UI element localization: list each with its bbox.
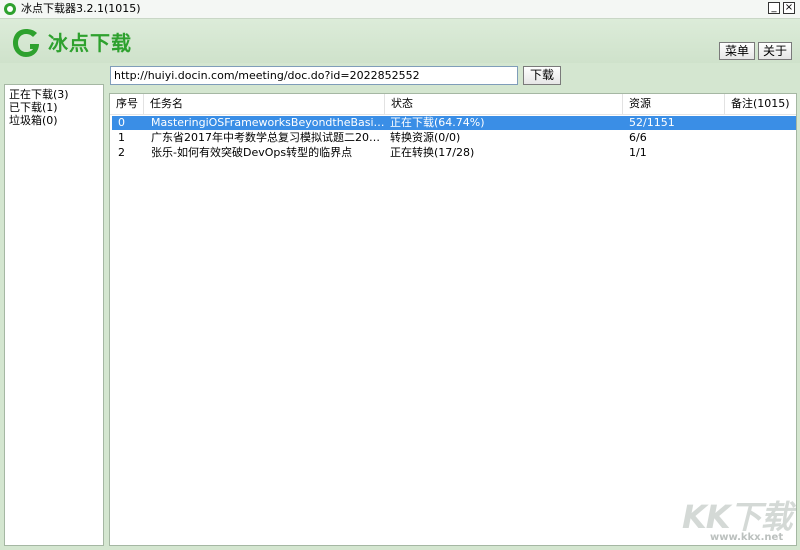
row-task-name: 广东省2017年中考数学总复习模拟试题二201707... [151,131,385,144]
row-status: 正在下载(64.74%) [390,116,485,129]
task-table: 序号 任务名 状态 资源 备注(1015) 0 MasteringiOSFram… [109,93,797,546]
row-note [731,131,795,145]
table-row[interactable]: 2 张乐-如何有效突破DevOps转型的临界点 正在转换(17/28) 1/1 [112,146,796,160]
row-task-name: MasteringiOSFrameworksBeyondtheBasics,2n… [151,116,385,129]
minimize-button[interactable]: _ [768,2,780,14]
row-index: 1 [118,131,125,144]
row-note [731,146,795,160]
column-header-note[interactable]: 备注(1015) [725,94,796,114]
row-status: 转换资源(0/0) [390,131,461,144]
sidebar-item-downloaded[interactable]: 已下载(1) [5,101,103,114]
row-resource: 6/6 [629,131,647,144]
download-button[interactable]: 下载 [523,66,561,85]
about-button[interactable]: 关于 [758,42,792,60]
row-index: 0 [118,116,125,129]
window-title: 冰点下载器3.2.1(1015) [21,2,141,15]
row-resource: 1/1 [629,146,647,159]
title-bar: 冰点下载器3.2.1(1015) _ × [0,0,800,19]
row-status: 正在转换(17/28) [390,146,475,159]
menu-button[interactable]: 菜单 [719,42,755,60]
brand-logo-icon [13,29,39,57]
sidebar-item-downloading[interactable]: 正在下载(3) [5,88,103,101]
table-row[interactable]: 1 广东省2017年中考数学总复习模拟试题二201707... 转换资源(0/0… [112,131,796,145]
app-logo-icon [4,3,16,15]
sidebar-item-trash[interactable]: 垃圾箱(0) [5,114,103,127]
column-header-resource[interactable]: 资源 [623,94,725,114]
row-index: 2 [118,146,125,159]
table-header: 序号 任务名 状态 资源 备注(1015) [110,94,796,115]
close-button[interactable]: × [783,2,795,14]
column-header-name[interactable]: 任务名 [144,94,385,114]
row-note [731,116,795,130]
table-row[interactable]: 0 MasteringiOSFrameworksBeyondtheBasics,… [112,116,796,130]
column-header-status[interactable]: 状态 [385,94,623,114]
brand-name: 冰点下载 [48,31,132,55]
app-header: 冰点下载 [0,19,800,63]
category-sidebar: 正在下载(3) 已下载(1) 垃圾箱(0) [4,84,104,546]
row-task-name: 张乐-如何有效突破DevOps转型的临界点 [151,146,353,159]
url-input[interactable] [110,66,518,85]
column-header-index[interactable]: 序号 [110,94,144,114]
row-resource: 52/1151 [629,116,675,129]
